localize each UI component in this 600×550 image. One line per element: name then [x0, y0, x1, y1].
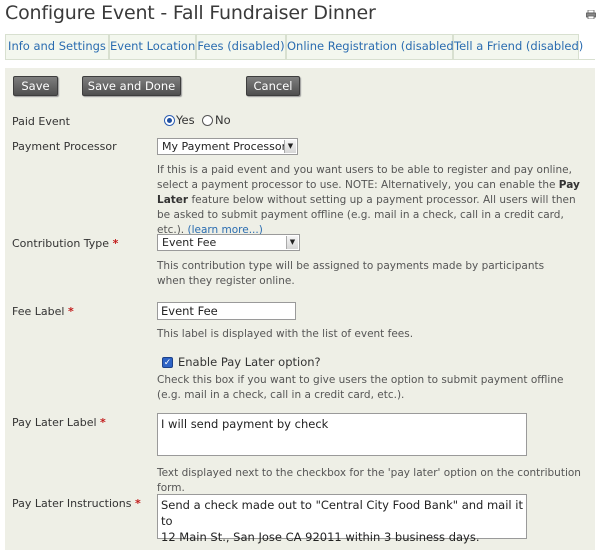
pay-later-option-help: Check this box if you want to give users… — [157, 374, 564, 401]
pay-later-option-label: Enable Pay Later option? — [178, 355, 321, 369]
contribution-type-value: Event Fee — [162, 236, 217, 249]
contribution-type-select[interactable]: Event Fee ▼ — [157, 234, 300, 251]
printer-icon[interactable] — [586, 10, 596, 19]
tab-bar: Info and Settings Event Location Fees (d… — [5, 34, 595, 60]
required-marker: * — [134, 497, 141, 510]
paid-event-yes-label: Yes — [176, 113, 195, 127]
chevron-down-icon: ▼ — [284, 140, 296, 153]
paid-event-yes-radio[interactable] — [164, 115, 175, 126]
save-and-done-button[interactable]: Save and Done — [82, 76, 181, 96]
tab-event-location[interactable]: Event Location — [109, 34, 196, 59]
pay-later-checkbox[interactable]: ✓ — [162, 357, 173, 368]
paid-event-no-radio[interactable] — [202, 115, 213, 126]
fee-label-input[interactable]: Event Fee — [157, 302, 296, 320]
payment-processor-value: My Payment Processor — [162, 140, 287, 153]
fee-label-help: This label is displayed with the list of… — [157, 328, 414, 340]
pay-later-instructions-label: Pay Later Instructions * — [12, 497, 141, 510]
payment-processor-label: Payment Processor — [12, 140, 117, 153]
paid-event-label: Paid Event — [12, 115, 70, 128]
required-marker: * — [67, 305, 74, 318]
save-button[interactable]: Save — [13, 76, 58, 96]
pay-later-label-label: Pay Later Label * — [12, 416, 106, 429]
required-marker: * — [112, 237, 119, 250]
form-panel: Save Save and Done Cancel Paid Event Yes… — [5, 68, 595, 550]
required-marker: * — [100, 416, 106, 429]
pay-later-label-help: Text displayed next to the checkbox for … — [157, 467, 581, 494]
instructions-line-1: Send a check made out to "Central City F… — [161, 498, 523, 528]
contribution-type-label: Contribution Type * — [12, 237, 119, 250]
contribution-type-help: This contribution type will be assigned … — [157, 260, 545, 287]
chevron-down-icon: ▼ — [286, 236, 298, 249]
paid-event-no-label: No — [215, 113, 231, 127]
payment-processor-help: If this is a paid event and you want use… — [157, 164, 580, 236]
instructions-line-2: 12 Main St., San Jose CA 92011 within 3 … — [161, 530, 480, 544]
page-title: Configure Event - Fall Fundraiser Dinner — [5, 2, 376, 24]
payment-processor-select[interactable]: My Payment Processor ▼ — [157, 138, 298, 155]
cancel-button[interactable]: Cancel — [246, 76, 300, 96]
fee-label-label: Fee Label * — [12, 305, 74, 318]
tab-fees[interactable]: Fees (disabled) — [196, 34, 286, 59]
pay-later-label-textarea[interactable]: I will send payment by check — [157, 413, 527, 456]
tab-tell-a-friend[interactable]: Tell a Friend (disabled) — [453, 34, 583, 59]
tab-online-registration[interactable]: Online Registration (disabled) — [286, 34, 458, 59]
pay-later-instructions-textarea[interactable]: Send a check made out to "Central City F… — [157, 494, 527, 544]
tab-info-and-settings[interactable]: Info and Settings — [5, 34, 109, 59]
